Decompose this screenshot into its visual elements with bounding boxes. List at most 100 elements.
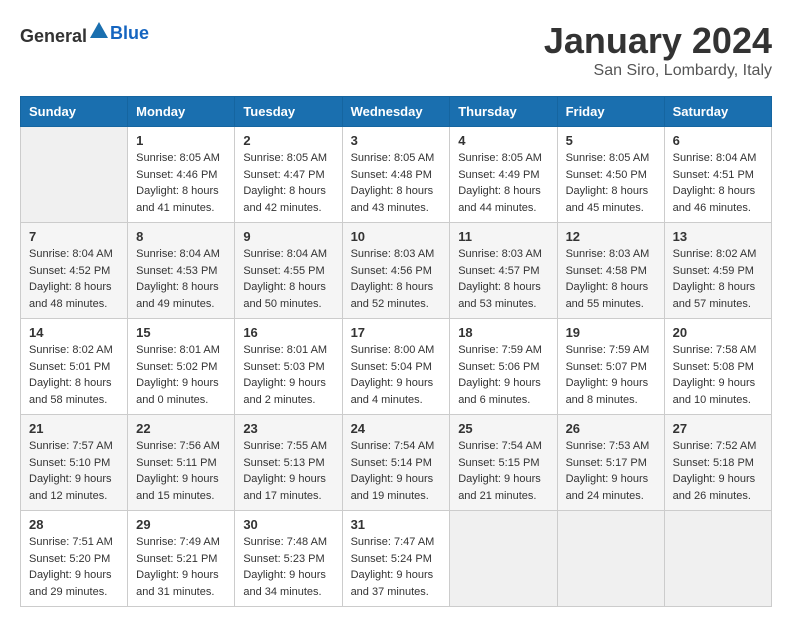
day-number: 16 — [243, 325, 333, 340]
day-info: Sunrise: 8:02 AMSunset: 5:01 PMDaylight:… — [29, 342, 119, 408]
day-info: Sunrise: 8:03 AMSunset: 4:56 PMDaylight:… — [351, 246, 442, 312]
logo-blue-text: Blue — [110, 23, 149, 44]
day-cell: 26 Sunrise: 7:53 AMSunset: 5:17 PMDayligh… — [557, 415, 664, 511]
day-cell: 29Sunrise: 7:49 AMSunset: 5:21 PMDayligh… — [128, 511, 235, 607]
location-title: San Siro, Lombardy, Italy — [544, 62, 772, 80]
day-number: 24 — [351, 421, 442, 436]
day-cell: 12Sunrise: 8:03 AMSunset: 4:58 PMDayligh… — [557, 223, 664, 319]
day-number: 15 — [136, 325, 226, 340]
day-number: 12 — [566, 229, 656, 244]
day-number: 20 — [673, 325, 763, 340]
day-cell: 27 Sunrise: 7:52 AMSunset: 5:18 PMDayligh… — [664, 415, 771, 511]
day-cell — [450, 511, 557, 607]
day-number: 14 — [29, 325, 119, 340]
day-number: 26 — [566, 421, 656, 436]
day-info: Sunrise: 8:05 AMSunset: 4:50 PMDaylight:… — [566, 150, 656, 216]
day-cell: 20 Sunrise: 7:58 AMSunset: 5:08 PMDayligh… — [664, 319, 771, 415]
header-day-sunday: Sunday — [21, 97, 128, 127]
month-title: January 2024 — [544, 20, 772, 62]
day-number: 25 — [458, 421, 548, 436]
day-cell: 22 Sunrise: 7:56 AMSunset: 5:11 PMDayligh… — [128, 415, 235, 511]
day-info: Sunrise: 7:59 AMSunset: 5:07 PMDaylight:… — [566, 342, 656, 408]
day-number: 21 — [29, 421, 119, 436]
day-number: 19 — [566, 325, 656, 340]
header-day-friday: Friday — [557, 97, 664, 127]
day-number: 17 — [351, 325, 442, 340]
day-info: Sunrise: 8:00 AMSunset: 5:04 PMDaylight:… — [351, 342, 442, 408]
week-row-0: 1Sunrise: 8:05 AMSunset: 4:46 PMDaylight… — [21, 127, 772, 223]
day-info: Sunrise: 8:01 AMSunset: 5:03 PMDaylight:… — [243, 342, 333, 408]
header-day-thursday: Thursday — [450, 97, 557, 127]
day-cell: 30Sunrise: 7:48 AMSunset: 5:23 PMDayligh… — [235, 511, 342, 607]
header-day-monday: Monday — [128, 97, 235, 127]
day-info: Sunrise: 8:04 AMSunset: 4:53 PMDaylight:… — [136, 246, 226, 312]
day-number: 7 — [29, 229, 119, 244]
header-day-tuesday: Tuesday — [235, 97, 342, 127]
day-info: Sunrise: 7:48 AMSunset: 5:23 PMDaylight:… — [243, 534, 333, 600]
day-info: Sunrise: 8:01 AMSunset: 5:02 PMDaylight:… — [136, 342, 226, 408]
day-info: Sunrise: 7:56 AMSunset: 5:11 PMDaylight:… — [136, 438, 226, 504]
logo: General Blue — [20, 20, 149, 47]
day-cell: 4 Sunrise: 8:05 AMSunset: 4:49 PMDaylight… — [450, 127, 557, 223]
day-cell: 3 Sunrise: 8:05 AMSunset: 4:48 PMDaylight… — [342, 127, 450, 223]
day-number: 29 — [136, 517, 226, 532]
day-cell: 6 Sunrise: 8:04 AMSunset: 4:51 PMDaylight… — [664, 127, 771, 223]
day-info: Sunrise: 7:51 AMSunset: 5:20 PMDaylight:… — [29, 534, 119, 600]
logo-icon — [88, 20, 110, 42]
day-number: 27 — [673, 421, 763, 436]
logo-general-text: General — [20, 20, 110, 47]
day-cell — [664, 511, 771, 607]
day-cell: 31 Sunrise: 7:47 AMSunset: 5:24 PMDayligh… — [342, 511, 450, 607]
day-cell: 14 Sunrise: 8:02 AMSunset: 5:01 PMDayligh… — [21, 319, 128, 415]
day-info: Sunrise: 7:52 AMSunset: 5:18 PMDaylight:… — [673, 438, 763, 504]
day-number: 8 — [136, 229, 226, 244]
day-number: 4 — [458, 133, 548, 148]
header: General Blue January 2024 San Siro, Lomb… — [20, 20, 772, 80]
day-number: 22 — [136, 421, 226, 436]
day-number: 3 — [351, 133, 442, 148]
day-number: 2 — [243, 133, 333, 148]
day-cell: 13Sunrise: 8:02 AMSunset: 4:59 PMDayligh… — [664, 223, 771, 319]
calendar-table: SundayMondayTuesdayWednesdayThursdayFrid… — [20, 96, 772, 607]
header-day-wednesday: Wednesday — [342, 97, 450, 127]
day-cell: 25 Sunrise: 7:54 AMSunset: 5:15 PMDayligh… — [450, 415, 557, 511]
day-cell — [21, 127, 128, 223]
day-info: Sunrise: 8:05 AMSunset: 4:48 PMDaylight:… — [351, 150, 442, 216]
day-cell: 1Sunrise: 8:05 AMSunset: 4:46 PMDaylight… — [128, 127, 235, 223]
week-row-4: 28Sunrise: 7:51 AMSunset: 5:20 PMDayligh… — [21, 511, 772, 607]
day-cell: 19 Sunrise: 7:59 AMSunset: 5:07 PMDayligh… — [557, 319, 664, 415]
day-info: Sunrise: 7:55 AMSunset: 5:13 PMDaylight:… — [243, 438, 333, 504]
day-cell: 28Sunrise: 7:51 AMSunset: 5:20 PMDayligh… — [21, 511, 128, 607]
day-info: Sunrise: 7:58 AMSunset: 5:08 PMDaylight:… — [673, 342, 763, 408]
day-info: Sunrise: 8:04 AMSunset: 4:55 PMDaylight:… — [243, 246, 333, 312]
day-number: 11 — [458, 229, 548, 244]
day-info: Sunrise: 8:05 AMSunset: 4:49 PMDaylight:… — [458, 150, 548, 216]
day-info: Sunrise: 7:47 AMSunset: 5:24 PMDaylight:… — [351, 534, 442, 600]
day-number: 10 — [351, 229, 442, 244]
day-info: Sunrise: 7:59 AMSunset: 5:06 PMDaylight:… — [458, 342, 548, 408]
day-number: 9 — [243, 229, 333, 244]
day-info: Sunrise: 7:53 AMSunset: 5:17 PMDaylight:… — [566, 438, 656, 504]
day-info: Sunrise: 8:04 AMSunset: 4:52 PMDaylight:… — [29, 246, 119, 312]
day-number: 23 — [243, 421, 333, 436]
day-number: 5 — [566, 133, 656, 148]
day-info: Sunrise: 7:57 AMSunset: 5:10 PMDaylight:… — [29, 438, 119, 504]
day-info: Sunrise: 8:05 AMSunset: 4:47 PMDaylight:… — [243, 150, 333, 216]
day-cell — [557, 511, 664, 607]
day-info: Sunrise: 8:05 AMSunset: 4:46 PMDaylight:… — [136, 150, 226, 216]
day-cell: 8 Sunrise: 8:04 AMSunset: 4:53 PMDaylight… — [128, 223, 235, 319]
title-area: January 2024 San Siro, Lombardy, Italy — [544, 20, 772, 80]
day-info: Sunrise: 7:54 AMSunset: 5:14 PMDaylight:… — [351, 438, 442, 504]
day-info: Sunrise: 8:03 AMSunset: 4:57 PMDaylight:… — [458, 246, 548, 312]
day-info: Sunrise: 8:04 AMSunset: 4:51 PMDaylight:… — [673, 150, 763, 216]
week-row-2: 14 Sunrise: 8:02 AMSunset: 5:01 PMDayligh… — [21, 319, 772, 415]
day-cell: 7 Sunrise: 8:04 AMSunset: 4:52 PMDaylight… — [21, 223, 128, 319]
week-row-3: 21 Sunrise: 7:57 AMSunset: 5:10 PMDayligh… — [21, 415, 772, 511]
day-number: 31 — [351, 517, 442, 532]
day-info: Sunrise: 7:54 AMSunset: 5:15 PMDaylight:… — [458, 438, 548, 504]
day-number: 18 — [458, 325, 548, 340]
day-cell: 21 Sunrise: 7:57 AMSunset: 5:10 PMDayligh… — [21, 415, 128, 511]
day-number: 6 — [673, 133, 763, 148]
day-cell: 5 Sunrise: 8:05 AMSunset: 4:50 PMDaylight… — [557, 127, 664, 223]
day-info: Sunrise: 8:02 AMSunset: 4:59 PMDaylight:… — [673, 246, 763, 312]
